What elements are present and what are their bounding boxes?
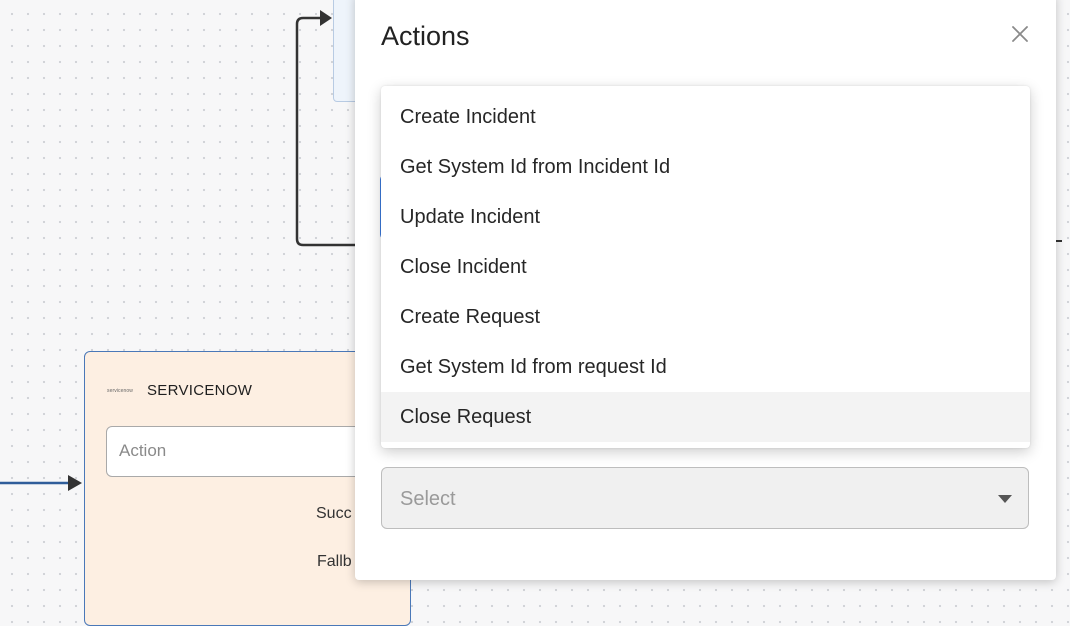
servicenow-logo-icon: servicenow	[107, 387, 134, 394]
dropdown-option-highlighted[interactable]: Close Request	[381, 392, 1030, 442]
close-icon[interactable]	[1008, 22, 1032, 46]
node-title: SERVICENOW	[147, 382, 253, 399]
dropdown-option[interactable]: Get System Id from request Id	[381, 342, 1030, 392]
dropdown-option[interactable]: Create Incident	[381, 92, 1030, 142]
node-header: servicenow SERVICENOW	[107, 382, 252, 399]
caret-down-icon[interactable]	[998, 495, 1012, 503]
node-output-success[interactable]: Succ	[316, 505, 352, 523]
select-placeholder: Select	[400, 488, 456, 510]
node-output-fallback[interactable]: Fallb	[317, 553, 352, 571]
dropdown-option[interactable]: Create Request	[381, 292, 1030, 342]
dropdown-option[interactable]: Close Incident	[381, 242, 1030, 292]
dropdown-option[interactable]: Get System Id from Incident Id	[381, 142, 1030, 192]
secondary-select[interactable]: Select	[381, 467, 1029, 529]
action-dropdown-menu: Create Incident Get System Id from Incid…	[381, 86, 1030, 448]
dropdown-option[interactable]: Update Incident	[381, 192, 1030, 242]
node-action-field[interactable]: Action	[106, 426, 396, 477]
modal-title: Actions	[381, 21, 470, 51]
